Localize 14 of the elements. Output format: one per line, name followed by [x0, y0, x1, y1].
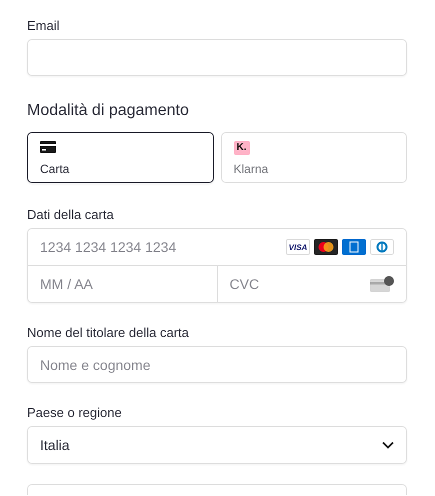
section-title: Modalità di pagamento: [27, 102, 189, 120]
cardholder-name-field[interactable]: Nome e cognome: [27, 346, 407, 383]
field-label: Paese o regione: [27, 405, 122, 420]
field-label: Email: [27, 18, 60, 33]
klarna-logo: K.: [234, 141, 250, 155]
field-label: Dati della carta: [27, 207, 114, 222]
expiry-field[interactable]: MM / AA: [40, 276, 204, 292]
card-number-field[interactable]: 1234 1234 1234 1234: [40, 239, 286, 255]
payment-tab[interactable]: Carta: [27, 132, 214, 183]
cvc-field[interactable]: CVC: [230, 276, 370, 292]
visa-logo: VISA: [286, 239, 310, 255]
country-select[interactable]: Italia: [27, 426, 407, 464]
payment-tab[interactable]: K. Klarna: [220, 132, 407, 183]
field-label: Nome del titolare della carta: [27, 325, 189, 340]
